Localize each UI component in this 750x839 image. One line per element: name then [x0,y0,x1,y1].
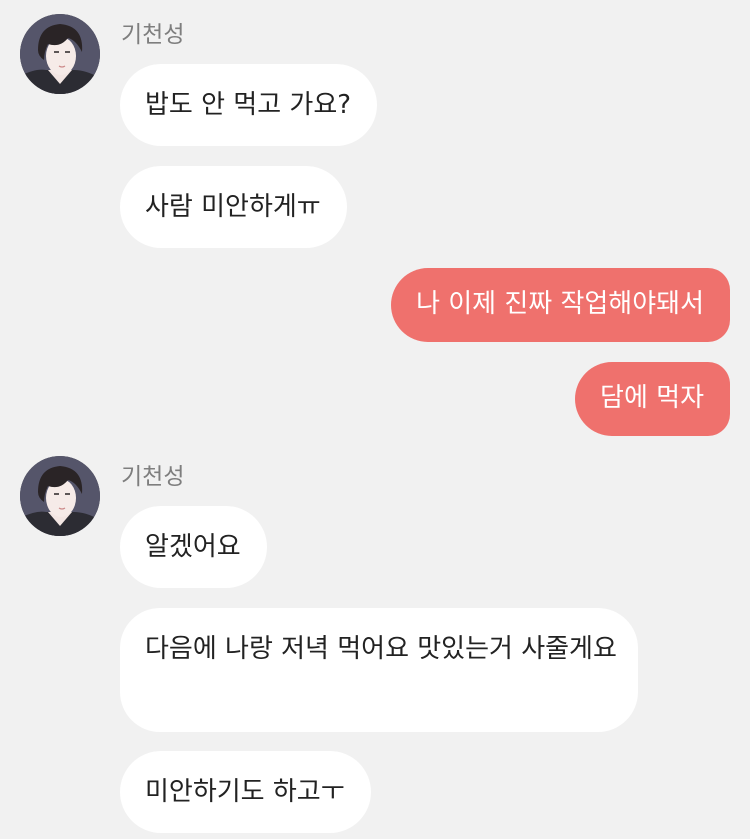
incoming-message[interactable]: 밥도 안 먹고 가요? [120,64,378,146]
sender-name: 기천성 [121,22,185,48]
incoming-message[interactable]: 미안하기도 하고ㅜ [120,751,371,833]
incoming-message[interactable]: 알겠어요 [120,506,267,588]
chat-thread[interactable]: 기천성 밥도 안 먹고 가요? 사람 미안하게ㅠ 나 이제 진짜 작업해야돼서 … [0,0,750,839]
outgoing-message[interactable]: 나 이제 진짜 작업해야돼서 [391,268,730,342]
sender-name: 기천성 [121,464,185,490]
outgoing-message[interactable]: 담에 먹자 [575,362,730,436]
incoming-message[interactable]: 다음에 나랑 저녁 먹어요 맛있는거 사줄게요 [120,608,638,732]
avatar-icon[interactable] [20,14,100,94]
avatar-icon[interactable] [20,456,100,536]
incoming-message[interactable]: 사람 미안하게ㅠ [120,166,347,248]
